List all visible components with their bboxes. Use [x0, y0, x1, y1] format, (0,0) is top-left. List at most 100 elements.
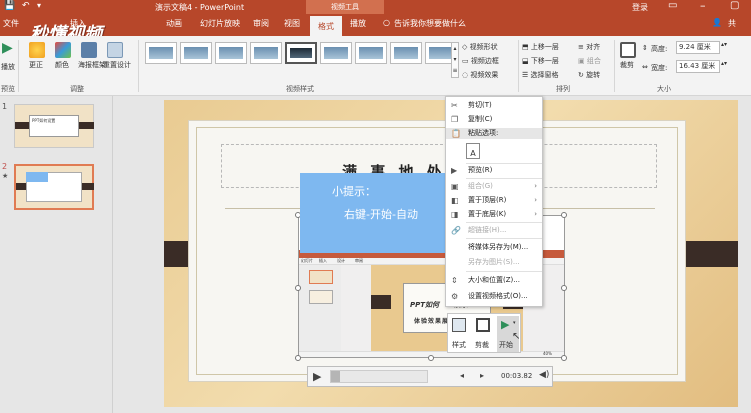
menu-item-hyperlink[interactable]: 🔗 超链接(H)... [446, 225, 542, 236]
tab-format[interactable]: 格式 [310, 14, 342, 36]
menu-item-send-to-back[interactable]: ◨ 置于底层(K) › [446, 209, 542, 220]
resize-handle[interactable] [561, 285, 567, 291]
menu-item-size-position[interactable]: ⇕ 大小和位置(Z)... [446, 275, 542, 286]
width-input[interactable]: 16.43 厘米 [676, 60, 720, 73]
video-style-5[interactable] [285, 42, 317, 64]
video-player-bar: ▶ ◂ ▸ 00:03.82 ◀) [307, 366, 553, 387]
volume-icon[interactable]: ◀) [539, 370, 549, 380]
video-style-6[interactable] [320, 42, 352, 64]
styles-gallery-scroll[interactable]: ▴ ▾ ≡ [451, 42, 459, 78]
save-icon[interactable]: 💾 [4, 1, 15, 11]
menu-item-label: 置于底层(K) [468, 210, 507, 218]
sign-in-link[interactable]: 登录 [632, 2, 648, 13]
tab-slideshow[interactable]: 幻灯片放映 [200, 18, 240, 29]
menu-item-copy[interactable]: ❐ 复制(C) [446, 114, 542, 125]
video-style-8[interactable] [390, 42, 422, 64]
tab-view[interactable]: 视图 [284, 18, 300, 29]
color-icon[interactable] [55, 42, 71, 58]
tab-file[interactable]: 文件 [3, 18, 19, 29]
menu-separator [466, 271, 542, 272]
selection-pane-button[interactable]: ☰ 选择窗格 [522, 70, 559, 80]
corrections-button[interactable]: 更正 [29, 60, 43, 70]
tab-playback[interactable]: 播放 [350, 18, 366, 29]
share-button[interactable]: 共 [728, 18, 736, 29]
rotate-icon: ↻ [578, 71, 587, 79]
width-label: 宽度: [651, 64, 668, 72]
progress-track[interactable] [330, 370, 428, 383]
menu-item-save-media[interactable]: 将媒体另存为(M)... [446, 242, 542, 253]
start-dropdown-icon[interactable]: ▾ [513, 320, 516, 326]
resize-handle[interactable] [295, 285, 301, 291]
video-style-3[interactable] [215, 42, 247, 64]
poster-frame-icon[interactable] [81, 42, 97, 58]
slide-thumbnail-2[interactable] [14, 164, 94, 210]
minimize-icon[interactable]: – [700, 0, 706, 12]
tab-animations[interactable]: 动画 [166, 18, 182, 29]
corrections-icon[interactable] [29, 42, 45, 58]
align-button[interactable]: ≡ 对齐 [578, 42, 600, 52]
group-button[interactable]: ▣ 组合 [578, 56, 601, 66]
height-spinner-icon[interactable]: ▴▾ [721, 41, 727, 48]
ribbon: ▶ 播放 预览 更正 颜色 海报框架 重置设计 调整 ▴ ▾ ≡ 视频样式 ◇ 视频… [0, 36, 751, 96]
animation-marker-icon: ★ [2, 172, 9, 180]
play-preview-icon[interactable]: ▶ [2, 40, 16, 58]
context-tab-group: 视频工具 [306, 0, 384, 14]
mini-style-button[interactable]: 样式 [452, 340, 466, 350]
hyperlink-icon: 🔗 [451, 226, 461, 235]
menu-item-preview[interactable]: ▶ 预览(R) [446, 165, 542, 176]
resize-handle[interactable] [561, 212, 567, 218]
poster-frame-button[interactable]: 海报框架 [78, 60, 106, 70]
reset-design-icon[interactable] [107, 42, 123, 58]
menu-item-bring-to-front[interactable]: ◧ 置于顶层(R) › [446, 195, 542, 206]
video-effects-button[interactable]: ◌ 视频效果 [462, 70, 498, 80]
mini-crop-button[interactable]: 剪裁 [475, 340, 489, 350]
size-position-icon: ⇕ [451, 276, 458, 285]
slide-thumbnail-1[interactable]: PPT如何设置 [14, 104, 94, 148]
bring-forward-icon: ⬒ [522, 43, 531, 51]
paste-keep-text-icon[interactable]: A [466, 143, 480, 159]
save-media-icon [451, 243, 460, 252]
playback-time: 00:03.82 [501, 372, 533, 380]
menu-item-cut[interactable]: ✂ 剪切(T) [446, 100, 542, 111]
resize-handle[interactable] [295, 355, 301, 361]
video-style-7[interactable] [355, 42, 387, 64]
reset-design-button[interactable]: 重置设计 [103, 60, 131, 70]
menu-item-format-video[interactable]: ⚙ 设置视频格式(O)... [446, 291, 542, 302]
seek-back-button[interactable]: ◂ [460, 371, 464, 380]
width-spinner-icon[interactable]: ▴▾ [721, 60, 727, 67]
undo-dropdown-icon[interactable]: ▾ [37, 1, 41, 10]
color-button[interactable]: 颜色 [55, 60, 69, 70]
resize-handle[interactable] [428, 355, 434, 361]
submenu-arrow-icon: › [534, 182, 537, 190]
copy-icon: ❐ [451, 115, 459, 124]
menu-item-label: 剪切(T) [468, 101, 492, 109]
menu-item-save-picture[interactable]: 另存为图片(S)... [446, 257, 542, 268]
crop-icon[interactable] [476, 318, 490, 332]
height-input[interactable]: 9.24 厘米 [676, 41, 720, 54]
rotate-button[interactable]: ↻ 旋转 [578, 70, 600, 80]
send-backward-button[interactable]: ⬓ 下移一层 [522, 56, 559, 66]
crop-button[interactable]: 裁剪 [620, 60, 634, 70]
video-shape-button[interactable]: ◇ 视频形状 [462, 42, 498, 52]
bring-forward-button[interactable]: ⬒ 上移一层 [522, 42, 559, 52]
undo-icon[interactable]: ↶ [22, 1, 30, 11]
ribbon-display-icon[interactable]: ▭ [668, 0, 677, 11]
tab-review[interactable]: 审阅 [253, 18, 269, 29]
play-preview-button[interactable]: 播放 [1, 62, 15, 72]
seek-forward-button[interactable]: ▸ [480, 371, 484, 380]
video-style-2[interactable] [180, 42, 212, 64]
maximize-icon[interactable]: ▢ [730, 0, 739, 11]
play-button[interactable]: ▶ [313, 370, 321, 383]
divider [518, 40, 519, 92]
menu-item-group[interactable]: ▣ 组合(G) › [446, 181, 542, 192]
menu-separator [466, 238, 542, 239]
video-style-1[interactable] [145, 42, 177, 64]
video-style-4[interactable] [250, 42, 282, 64]
share-icon[interactable]: 👤 [712, 18, 722, 27]
resize-handle[interactable] [561, 355, 567, 361]
video-border-button[interactable]: ▭ 视频边框 [462, 56, 499, 66]
send-backward-icon: ⬓ [522, 57, 531, 65]
tell-me-search[interactable]: 告诉我你想要做什么 [394, 18, 466, 29]
crop-icon[interactable] [620, 42, 636, 58]
style-icon[interactable] [452, 318, 466, 332]
